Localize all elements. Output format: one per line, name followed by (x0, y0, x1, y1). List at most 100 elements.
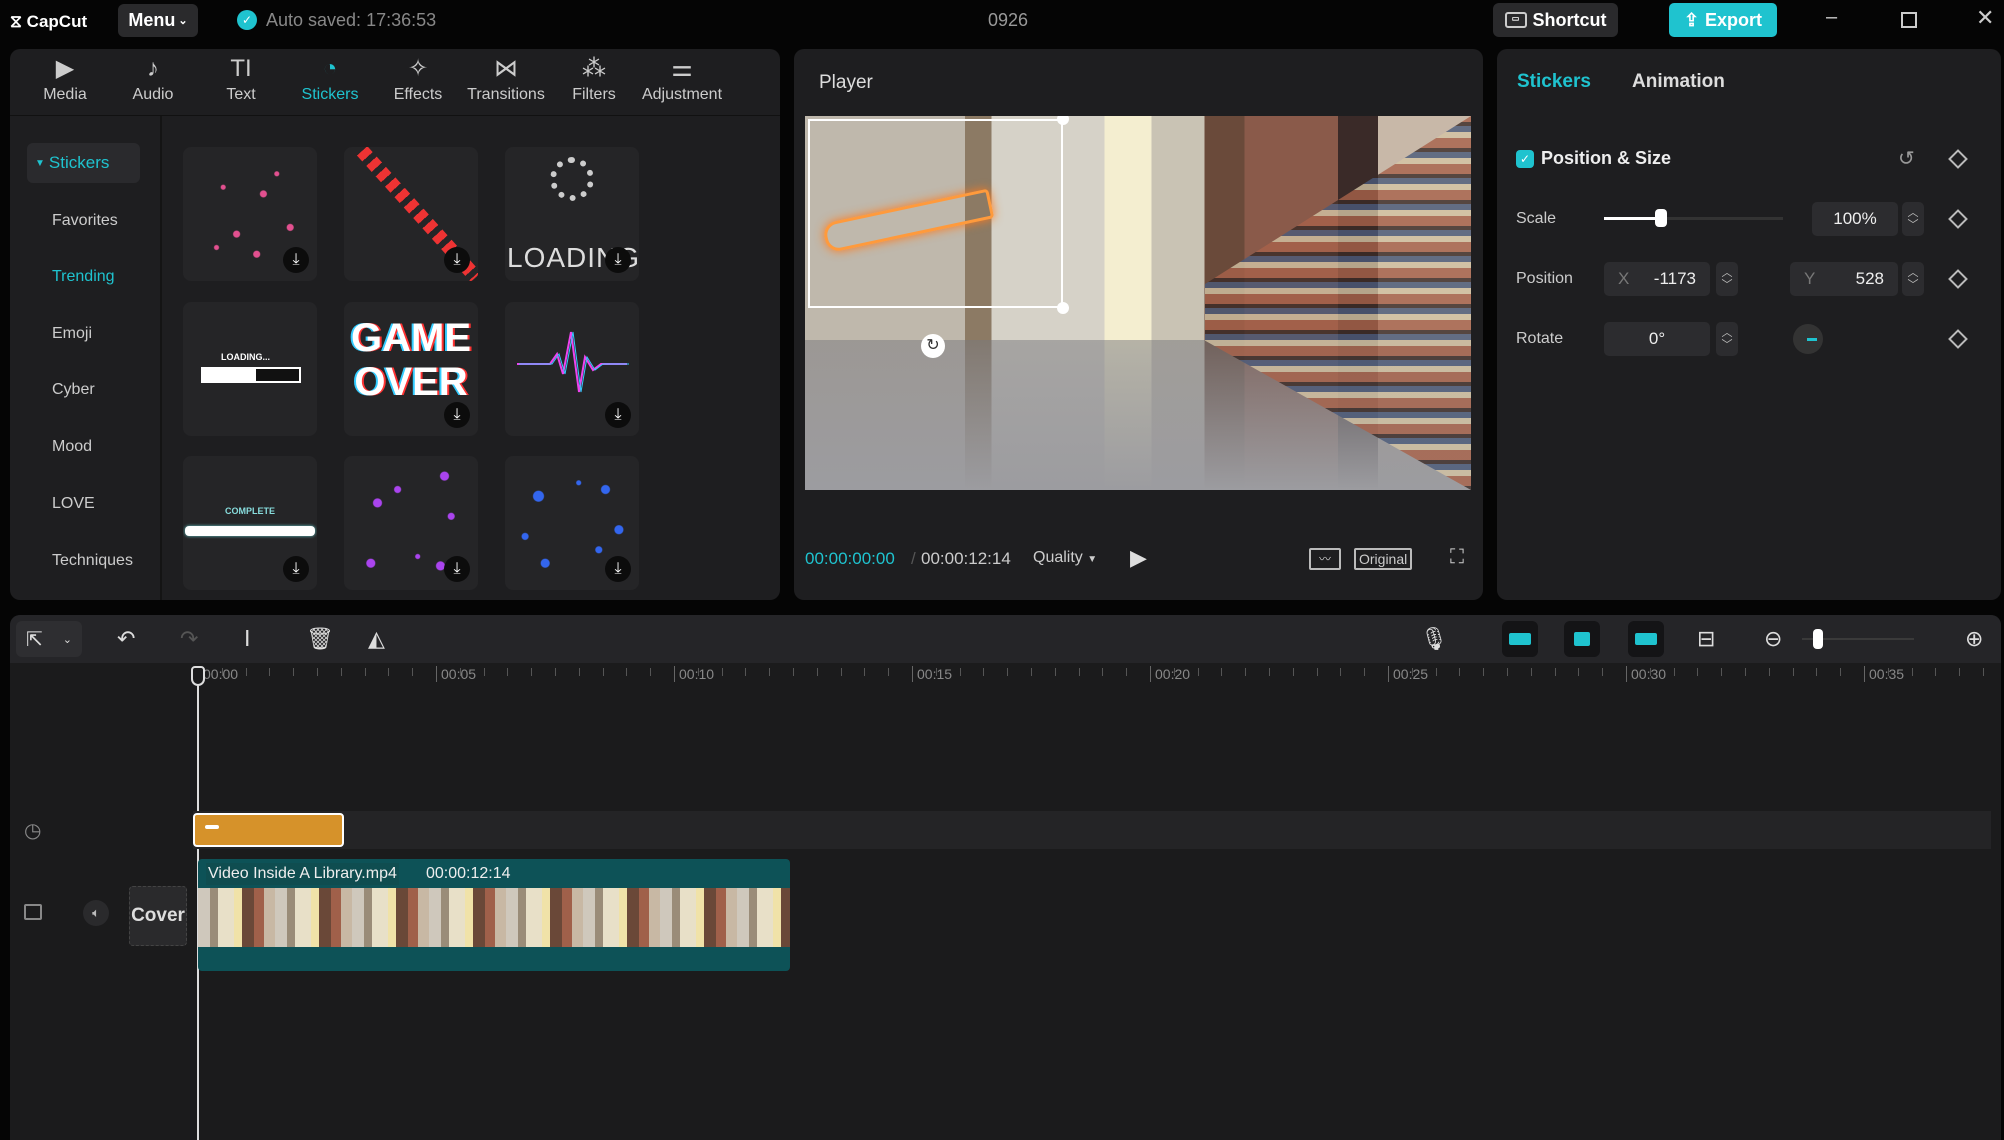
zoom-in-icon[interactable]: ⊕ (1965, 626, 1983, 652)
export-button[interactable]: ⇪ Export (1669, 3, 1777, 37)
preview-axis-icon[interactable]: ⊟ (1697, 626, 1715, 652)
position-y-stepper[interactable]: ︿ ﹀ (1902, 262, 1924, 296)
category-love[interactable]: LOVE (52, 495, 95, 513)
sticker-clip[interactable] (193, 813, 344, 847)
ruler-tick (245, 668, 247, 676)
scale-slider-knob[interactable] (1654, 209, 1667, 227)
tab-label: Audio (132, 86, 174, 103)
menu-button[interactable]: Menu ⌄ (118, 4, 198, 37)
select-tool-button[interactable]: ⇱ ⌄ (16, 621, 82, 657)
sticker-red-hearts[interactable]: ⤓ (344, 147, 478, 281)
minimize-button[interactable]: – (1826, 6, 1837, 29)
category-techniques[interactable]: Techniques (52, 552, 133, 570)
position-y-input[interactable]: Y 528 (1790, 262, 1898, 296)
microphone-icon[interactable]: 🎙︎ (1420, 626, 1448, 652)
download-icon[interactable]: ⤓ (283, 556, 309, 582)
main-track-magnet-button[interactable] (1502, 621, 1538, 657)
ruler-tick (793, 668, 794, 676)
download-icon[interactable]: ⤓ (605, 247, 631, 273)
mirror-icon[interactable]: ◭ (368, 626, 385, 652)
ruler-tick (602, 668, 604, 676)
position-x-stepper[interactable]: ︿ ﹀ (1716, 262, 1738, 296)
redo-icon[interactable]: ↷ (180, 626, 198, 652)
play-button[interactable]: ▶ (1130, 545, 1147, 571)
tab-adjustment[interactable]: ⚌ Adjustment (638, 52, 726, 104)
rotate-dial[interactable] (1793, 324, 1823, 354)
undo-icon[interactable]: ↶ (117, 626, 135, 652)
sticker-purple-hearts[interactable]: ⤓ (344, 456, 478, 590)
sticker-loading-bar-text: LOADING... (221, 352, 270, 362)
ratio-original-button[interactable]: Original (1354, 548, 1413, 570)
zoom-slider-knob[interactable] (1812, 629, 1823, 649)
rotate-stepper[interactable]: ︿ ﹀ (1716, 322, 1738, 356)
download-icon[interactable]: ⤓ (444, 402, 470, 428)
sticker-complete[interactable]: COMPLETE ⤓ (183, 456, 317, 590)
scale-stepper[interactable]: ︿ ﹀ (1902, 202, 1924, 236)
sticker-loading[interactable]: LOADING ⤓ (505, 147, 639, 281)
zoom-out-icon[interactable]: ⊖ (1764, 626, 1782, 652)
tab-label: Adjustment (641, 86, 723, 103)
delete-icon[interactable]: 🗑︎ (306, 626, 334, 652)
category-cyber[interactable]: Cyber (52, 381, 95, 399)
category-trending[interactable]: Trending (52, 268, 115, 286)
tab-transitions[interactable]: ⋈ Transitions (462, 52, 550, 104)
reset-icon[interactable]: ↺ (1898, 146, 1915, 171)
shortcut-button[interactable]: ▭ Shortcut (1493, 3, 1618, 37)
cursor-icon: ⇱ (26, 628, 43, 651)
fullscreen-icon[interactable]: ⛶ (1450, 546, 1464, 569)
video-preview[interactable]: ↻ (805, 116, 1471, 490)
position-x-input[interactable]: X -1173 (1604, 262, 1710, 296)
video-clip[interactable]: Video Inside A Library.mp4 00:00:12:14 (198, 859, 790, 971)
tab-label: Filters (572, 86, 616, 103)
tab-filters[interactable]: ⁂ Filters (550, 52, 638, 104)
category-stickers[interactable]: ▼ Stickers (27, 143, 140, 183)
resize-handle[interactable] (1057, 116, 1069, 125)
export-icon: ⇪ (1683, 9, 1700, 30)
cover-button[interactable]: Cover (129, 886, 187, 946)
linkage-button[interactable] (1628, 621, 1664, 657)
sticker-heartbeat[interactable]: ⤓ (505, 302, 639, 436)
position-size-checkbox[interactable]: ✓ (1516, 150, 1534, 168)
resize-handle[interactable] (1057, 302, 1069, 314)
download-icon[interactable]: ⤓ (605, 556, 631, 582)
category-emoji[interactable]: Emoji (52, 325, 92, 343)
quality-dropdown[interactable]: Quality ▼ (1033, 549, 1097, 567)
sticker-pink-hearts[interactable]: ⤓ (183, 147, 317, 281)
ruler-tick (1649, 668, 1651, 676)
sticker-blue-hearts[interactable]: ⤓ (505, 456, 639, 590)
tab-audio[interactable]: ♪ Audio (109, 52, 197, 104)
download-icon[interactable]: ⤓ (605, 402, 631, 428)
split-icon[interactable]: Ⅰ (244, 626, 251, 652)
download-icon[interactable]: ⤓ (444, 247, 470, 273)
tab-text[interactable]: TI Text (197, 52, 285, 104)
ruler-tick (1411, 668, 1413, 676)
rotate-handle-icon[interactable]: ↻ (921, 334, 945, 358)
download-icon[interactable]: ⤓ (444, 556, 470, 582)
timeline-zoom-slider[interactable] (1802, 629, 1914, 649)
quality-label: Quality (1033, 549, 1083, 566)
sticker-loading-bar[interactable]: LOADING... (183, 302, 317, 436)
ruler-tick (269, 668, 271, 676)
ruler-tick (1316, 668, 1318, 676)
selection-box[interactable] (808, 119, 1063, 308)
scale-input[interactable]: 100% (1812, 202, 1898, 236)
sticker-game-over[interactable]: GAME OVER ⤓ (344, 302, 478, 436)
tab-animation[interactable]: Animation (1632, 71, 1725, 93)
waveform-toggle-icon[interactable]: 〰 (1309, 548, 1341, 570)
category-mood[interactable]: Mood (52, 438, 92, 456)
scale-slider[interactable] (1604, 209, 1783, 227)
download-icon[interactable]: ⤓ (283, 247, 309, 273)
rotate-input[interactable]: 0° (1604, 322, 1710, 356)
maximize-button[interactable] (1901, 12, 1917, 28)
close-button[interactable]: ✕ (1976, 5, 1994, 31)
chevron-down-icon: ⌄ (62, 633, 72, 646)
category-favorites[interactable]: Favorites (52, 212, 118, 230)
tab-media[interactable]: ▶ Media (21, 52, 109, 104)
ruler-tick (364, 668, 366, 676)
category-sidebar-divider (160, 116, 162, 600)
auto-snapping-button[interactable] (1564, 621, 1600, 657)
tab-stickers-props[interactable]: Stickers (1517, 71, 1591, 93)
tab-stickers[interactable]: ◔ Stickers (286, 52, 374, 104)
mute-track-button[interactable]: 🔈︎ (83, 900, 109, 926)
tab-effects[interactable]: ✧ Effects (374, 52, 462, 104)
